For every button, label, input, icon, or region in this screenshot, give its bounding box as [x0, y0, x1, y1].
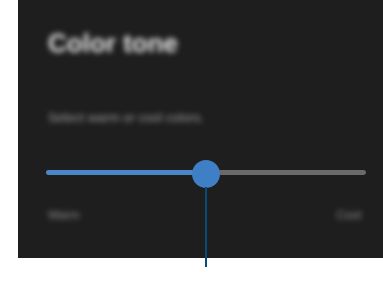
- settings-panel: Color tone Select warm or cool colors. W…: [18, 0, 383, 258]
- color-tone-slider[interactable]: [46, 160, 366, 188]
- panel-description: Select warm or cool colors.: [48, 110, 205, 125]
- slider-min-label: Warm: [48, 208, 80, 222]
- panel-title: Color tone: [48, 28, 178, 58]
- callout-line: [205, 187, 207, 267]
- slider-thumb[interactable]: [192, 160, 220, 188]
- slider-fill: [46, 170, 206, 175]
- slider-max-label: Cool: [336, 208, 361, 222]
